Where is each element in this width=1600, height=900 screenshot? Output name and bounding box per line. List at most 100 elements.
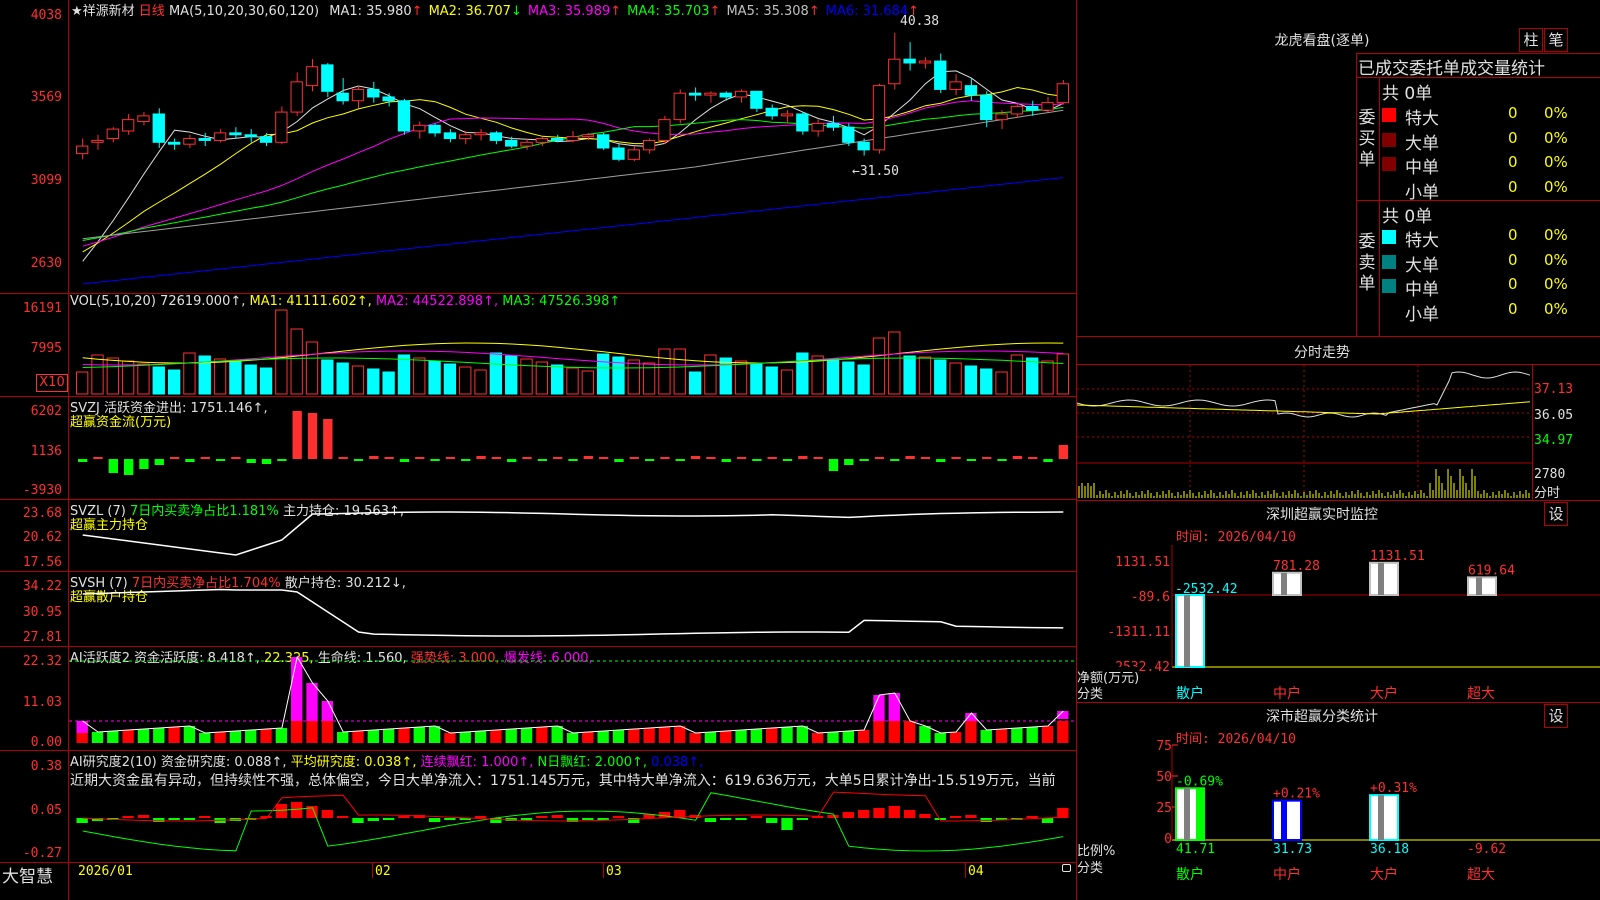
sell-color-3 [1382,303,1396,318]
ai1-chart[interactable] [69,647,1075,749]
volume-bar [551,364,564,395]
svzj-axis-1: 1136 [30,444,62,459]
candle-body [719,92,732,98]
ai1-bar [91,732,104,743]
candle-body [520,141,533,147]
volume-bar [443,363,457,395]
fl-cat-1: 中户 [1273,867,1301,883]
ai2-bar [919,814,931,818]
sz-bar-chart[interactable]: -2532.42 781.28 1131.51 619.64 [1171,545,1600,675]
sell-row-count: 0 [1508,275,1518,293]
candle-body [428,124,441,134]
svzj-bar [246,459,256,463]
fl-settings-button[interactable]: 设 [1544,704,1568,728]
volume-bar [688,371,702,395]
sz-bar-label-0: -2532.42 [1175,582,1238,597]
tick-toggle-button[interactable]: 笔 [1544,28,1568,52]
ai2-axis-0: 0.38 [30,759,62,774]
ai1-bar [382,729,395,743]
ai1-bar-top [76,721,88,733]
bar-toggle-button[interactable]: 柱 [1519,28,1543,52]
svzl-chart[interactable] [69,500,1075,570]
ai1-bar [536,727,548,743]
buy-row-count: 0 [1508,153,1518,171]
svzj-bar [185,459,195,462]
volume-bar [734,360,748,395]
fl-axis-2: 25 [1156,801,1172,816]
candle-body [91,139,104,143]
fl-bar-chart[interactable]: -0.69% +0.21% +0.31% 41.71 31.73 36.18 -9.62 [1171,744,1600,870]
sell-total: 共 0单 [1382,207,1433,227]
candlestick-chart[interactable] [69,14,1075,292]
ai2-chart[interactable] [69,751,1075,861]
sz-title: 深圳超赢实时监控 [1266,507,1378,523]
candle-body [857,141,870,151]
sz-axis-1: -89.6 [1130,590,1170,605]
candle-body [336,92,349,102]
volume-chart[interactable] [69,308,1075,395]
lock-icon[interactable] [1062,864,1071,872]
ai1-bar-top [873,695,885,721]
ai1-bar [551,726,563,743]
svzj-bar [78,459,88,462]
ai2-bar [888,806,900,818]
ai2-bar [949,816,962,818]
ma-line-5 [82,109,1064,240]
buy-row-count: 0 [1508,104,1518,122]
svzj-bar [966,459,977,461]
brand-logo[interactable]: 大智慧 [2,862,53,887]
fs-title: 分时走势 [1294,345,1350,361]
buy-row-name: 特大 [1405,109,1439,129]
ai1-bar [658,727,671,743]
svzj-bar [690,456,701,459]
ai1-bar [827,732,839,743]
sz-sep-bottom [1077,702,1600,703]
buy-row-name: 大单 [1405,133,1439,154]
ai1-axis-2: 0.00 [30,735,62,750]
vol-unit[interactable]: X10 [36,374,68,392]
lhb-tabs[interactable]: 已成交委托单成交量统计 [1358,54,1600,79]
svzj-bar [614,459,624,462]
ai1-bar [934,733,946,743]
vol-value: 72619.000↑, [160,294,246,309]
lhb-side-border [1379,77,1380,336]
buy-total: 共 0单 [1382,84,1433,104]
volume-bar [857,364,870,395]
volume-bar [489,352,503,395]
ai2-bar [536,816,548,818]
ai2-bar [168,818,180,820]
ai1-bar [919,726,931,743]
svzj-bar [461,459,471,461]
ai1-bar [168,727,180,743]
ai2-bar [873,808,885,818]
xaxis-3: 04 [968,864,984,879]
ai2-axis-2: -0.27 [22,846,62,861]
svzj-chart[interactable] [69,397,1075,498]
svzj-bar [874,457,885,459]
volume-bar [658,348,671,395]
ai1-bar [704,732,717,743]
ai1-bar [1011,728,1023,743]
ai2-bar [275,804,288,818]
candle-body [734,90,748,98]
volume-bar [474,369,487,395]
svzj-bar [752,459,762,461]
volume-bar [459,366,472,395]
ai1-bar [1026,727,1038,743]
candle-body [137,115,150,123]
fl-bottom-label-3: -9.62 [1467,842,1506,857]
intraday-chart[interactable] [1076,365,1532,499]
fl-xlabel: 分类 [1077,861,1104,876]
svsh-chart[interactable] [69,572,1075,645]
candle-body [397,100,411,132]
sz-xlabel: 分类 [1077,687,1104,702]
volume-bar [397,354,411,395]
volume-bar [1041,360,1054,395]
ai2-bar [321,810,333,818]
ai1-bar [398,728,410,743]
sz-settings-button[interactable]: 设 [1544,502,1568,526]
svzj-bar [568,459,578,461]
ai1-bar [275,728,288,743]
volume-bar [520,358,533,395]
ai1-line [82,655,1064,734]
